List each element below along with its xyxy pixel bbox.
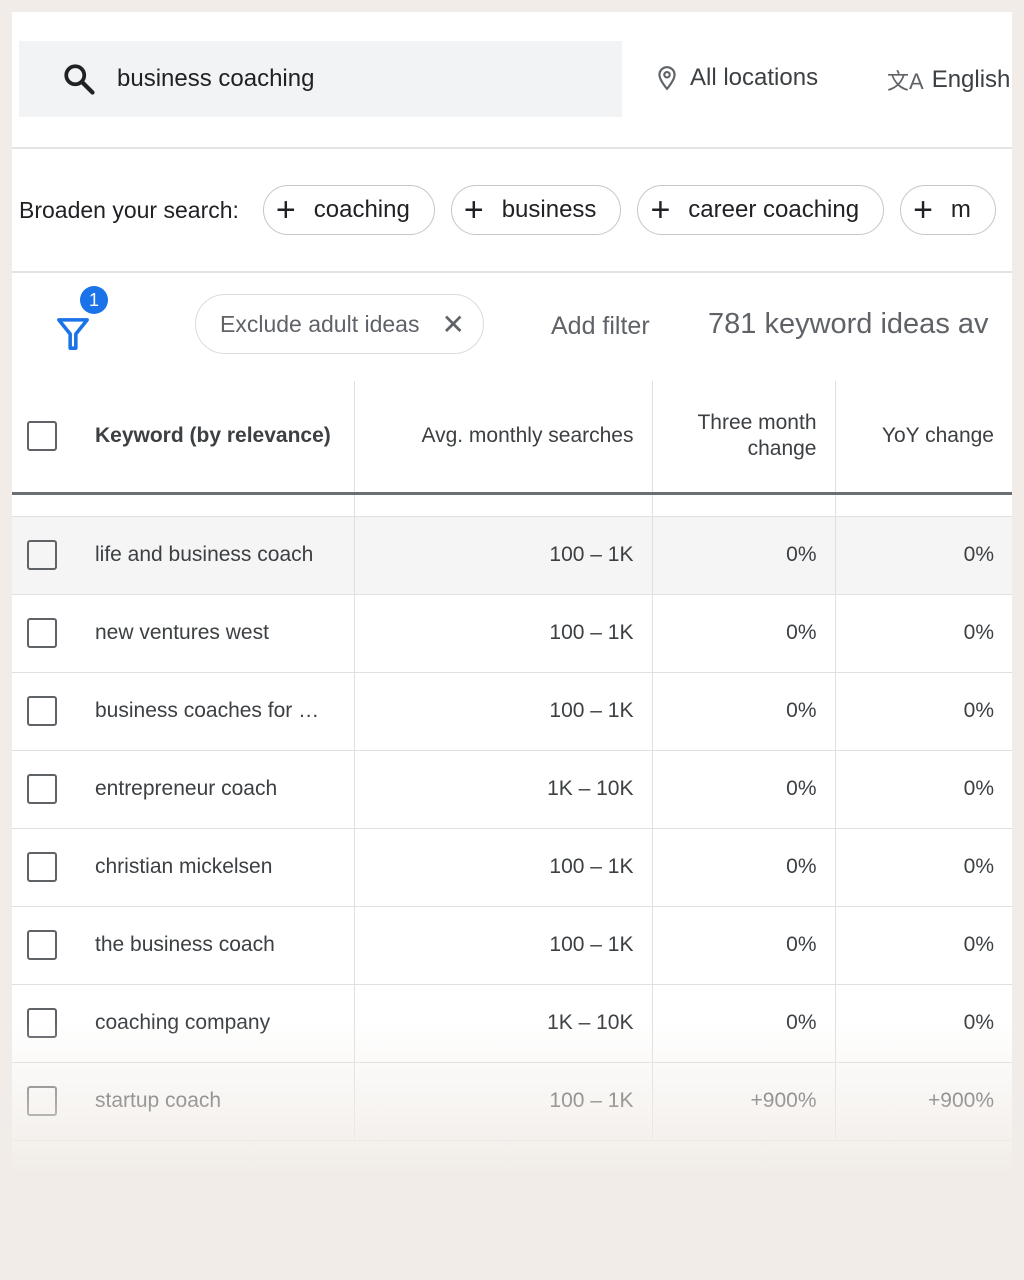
chip-label: m (950, 196, 971, 223)
filter-row: 1 Exclude adult ideas ✕ Add filter 781 k… (12, 286, 1012, 354)
plus-icon: + (463, 191, 484, 229)
header-avg-searches[interactable]: Avg. monthly searches (354, 381, 653, 495)
table-header: Keyword (by relevance) Avg. monthly sear… (12, 381, 1012, 495)
location-label: All locations (690, 64, 819, 91)
keyword-cell: christian mickelsen (95, 854, 273, 878)
three-month-cell: 0% (652, 906, 836, 985)
search-icon (64, 64, 95, 95)
filter-count-badge: 1 (80, 286, 108, 314)
spacer-row (12, 493, 1012, 517)
avg-searches-cell: 100 – 1K (354, 516, 653, 595)
row-checkbox[interactable] (27, 774, 57, 804)
three-month-cell: 0% (652, 516, 836, 595)
divider (12, 271, 1012, 273)
keyword-cell: life and business coach (95, 542, 314, 566)
header-label: Keyword (by relevance) (95, 423, 331, 447)
broaden-label: Broaden your search: (19, 196, 239, 223)
table-row[interactable]: entrepreneur coach 1K – 10K 0% 0% (12, 750, 1012, 829)
filter-chip-label: Exclude adult ideas (220, 310, 420, 337)
avg-searches-cell: 100 – 1K (354, 828, 653, 907)
bottom-fade (0, 1020, 1024, 1280)
three-month-cell: 0% (652, 828, 836, 907)
chip-label: business (501, 196, 597, 223)
table-row[interactable]: the business coach 100 – 1K 0% 0% (12, 906, 1012, 985)
divider (12, 147, 1012, 149)
keyword-cell: new ventures west (95, 620, 269, 644)
plus-icon: + (650, 191, 671, 229)
table-row[interactable]: life and business coach 100 – 1K 0% 0% (12, 516, 1012, 595)
search-input[interactable]: business coaching (19, 41, 622, 117)
filter-chip-exclude-adult[interactable]: Exclude adult ideas ✕ (195, 294, 484, 354)
row-checkbox[interactable] (27, 930, 57, 960)
table-row[interactable]: business coaches for … 100 – 1K 0% 0% (12, 672, 1012, 751)
yoy-cell: 0% (835, 828, 1012, 907)
broaden-chip-coaching[interactable]: + coaching (262, 185, 435, 235)
yoy-cell: 0% (835, 906, 1012, 985)
avg-searches-cell: 100 – 1K (354, 672, 653, 751)
broaden-chip-career-coaching[interactable]: + career coaching (637, 185, 885, 235)
header-three-month[interactable]: Three month change (652, 381, 836, 495)
keyword-cell: business coaches for … (95, 698, 320, 722)
three-month-cell: 0% (652, 672, 836, 751)
yoy-cell: 0% (835, 594, 1012, 673)
broaden-search-row: Broaden your search: + coaching + business… (19, 185, 1012, 235)
avg-searches-cell: 100 – 1K (354, 594, 653, 673)
broaden-chip-business[interactable]: + business (450, 185, 622, 235)
chip-label: coaching (313, 196, 410, 223)
row-checkbox[interactable] (27, 852, 57, 882)
yoy-cell: 0% (835, 672, 1012, 751)
table-row[interactable]: christian mickelsen 100 – 1K 0% 0% (12, 828, 1012, 907)
select-all-checkbox[interactable] (27, 421, 57, 452)
three-month-cell: 0% (652, 594, 836, 673)
language-selector[interactable]: 文A English (887, 64, 1010, 96)
keyword-cell: entrepreneur coach (95, 776, 278, 800)
yoy-cell: 0% (835, 750, 1012, 829)
avg-searches-cell: 100 – 1K (354, 906, 653, 985)
header-yoy[interactable]: YoY change (835, 381, 1012, 495)
close-icon[interactable]: ✕ (441, 308, 464, 341)
filter-button[interactable]: 1 (56, 286, 116, 354)
keyword-count: 781 keyword ideas av (708, 308, 989, 340)
plus-icon: + (913, 191, 933, 229)
row-checkbox[interactable] (27, 540, 57, 570)
add-filter-button[interactable]: Add filter (551, 312, 650, 341)
filter-funnel-icon (57, 318, 89, 350)
location-pin-icon (658, 66, 676, 91)
keyword-cell: the business coach (95, 932, 275, 956)
three-month-cell: 0% (652, 750, 836, 829)
translate-icon: 文A (887, 69, 924, 94)
plus-icon: + (275, 191, 296, 229)
chip-label: career coaching (688, 196, 860, 223)
language-label: English (931, 66, 1011, 93)
location-selector[interactable]: All locations (654, 64, 818, 92)
broaden-chip-more[interactable]: + m (900, 185, 996, 235)
header-keyword[interactable]: Keyword (by relevance) (12, 381, 355, 495)
row-checkbox[interactable] (27, 618, 57, 648)
search-query: business coaching (117, 65, 315, 92)
table-row[interactable]: new ventures west 100 – 1K 0% 0% (12, 594, 1012, 673)
yoy-cell: 0% (835, 516, 1012, 595)
row-checkbox[interactable] (27, 696, 57, 726)
avg-searches-cell: 1K – 10K (354, 750, 653, 829)
